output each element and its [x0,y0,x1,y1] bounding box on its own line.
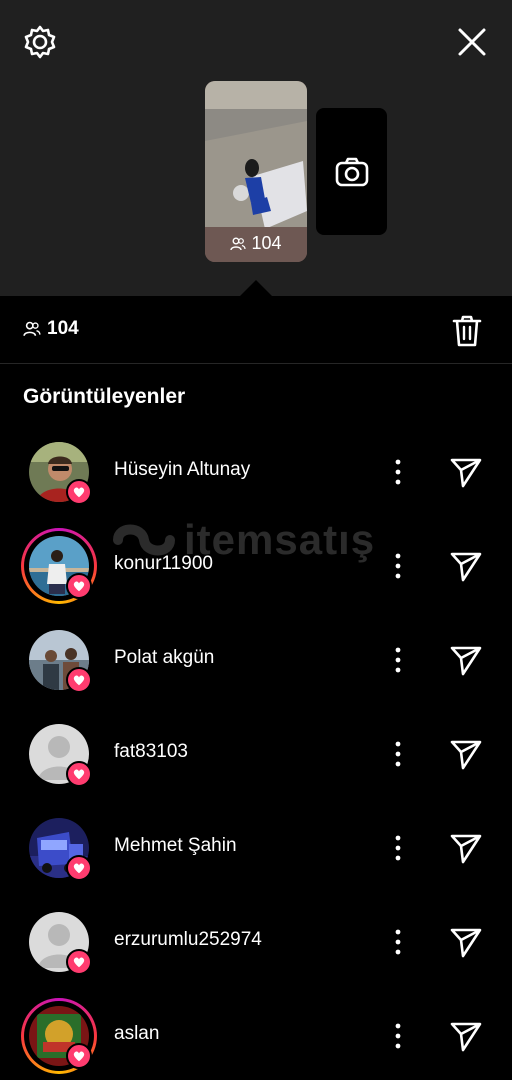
avatar[interactable] [26,909,92,975]
trash-icon[interactable] [450,313,484,349]
story-viewer-count: 104 [205,233,307,254]
send-icon[interactable] [448,642,484,678]
heart-icon [73,581,85,592]
username[interactable]: erzurumlu252974 [114,929,262,951]
section-title: Görüntüleyenler [23,385,186,408]
send-icon[interactable] [448,830,484,866]
like-badge [66,855,92,881]
viewers-icon [23,321,41,336]
username[interactable]: Mehmet Şahin [114,835,237,857]
like-badge [66,761,92,787]
username[interactable]: konur11900 [114,553,213,575]
send-icon[interactable] [448,548,484,584]
viewer-list: Hüseyin Altunay konur11900 Polat akgün f… [0,424,512,1080]
avatar[interactable] [26,721,92,787]
heart-icon [73,675,85,686]
viewers-icon [230,237,247,250]
avatar[interactable] [26,815,92,881]
list-item[interactable]: Polat akgün [0,612,512,706]
username[interactable]: aslan [114,1023,159,1045]
list-item[interactable]: Mehmet Şahin [0,800,512,894]
avatar[interactable] [21,998,97,1074]
more-options-icon[interactable] [386,830,410,866]
heart-icon [73,487,85,498]
send-icon[interactable] [448,1018,484,1054]
more-options-icon[interactable] [386,454,410,490]
list-item[interactable]: aslan [0,988,512,1080]
more-options-icon[interactable] [386,548,410,584]
close-icon[interactable] [454,24,490,60]
heart-icon [73,863,85,874]
more-options-icon[interactable] [386,924,410,960]
avatar[interactable] [26,439,92,505]
more-options-icon[interactable] [386,1018,410,1054]
story-viewer-count-text: 104 [251,233,282,253]
list-item[interactable]: konur11900 [0,518,512,612]
send-icon[interactable] [448,454,484,490]
viewer-count-text: 104 [47,318,79,339]
settings-icon[interactable] [22,24,58,60]
heart-icon [73,957,85,968]
avatar[interactable] [21,528,97,604]
selection-pointer [240,280,272,296]
list-item[interactable]: Hüseyin Altunay [0,424,512,518]
send-icon[interactable] [448,924,484,960]
like-badge [66,949,92,975]
story-thumbnail[interactable]: 104 [205,81,307,262]
username[interactable]: Polat akgün [114,647,214,669]
like-badge [66,573,92,599]
send-icon[interactable] [448,736,484,772]
like-badge [66,1043,92,1069]
like-badge [66,667,92,693]
camera-icon [335,157,368,186]
like-badge [66,479,92,505]
username[interactable]: Hüseyin Altunay [114,459,250,481]
story-preview-area: 104 [0,0,512,296]
add-story-button[interactable] [316,108,387,235]
heart-icon [73,1051,85,1062]
more-options-icon[interactable] [386,736,410,772]
more-options-icon[interactable] [386,642,410,678]
list-item[interactable]: fat83103 [0,706,512,800]
heart-icon [73,769,85,780]
list-item[interactable]: erzurumlu252974 [0,894,512,988]
stats-bar: 104 [0,296,512,364]
avatar[interactable] [26,627,92,693]
viewer-count[interactable]: 104 [23,318,79,340]
username[interactable]: fat83103 [114,741,188,763]
